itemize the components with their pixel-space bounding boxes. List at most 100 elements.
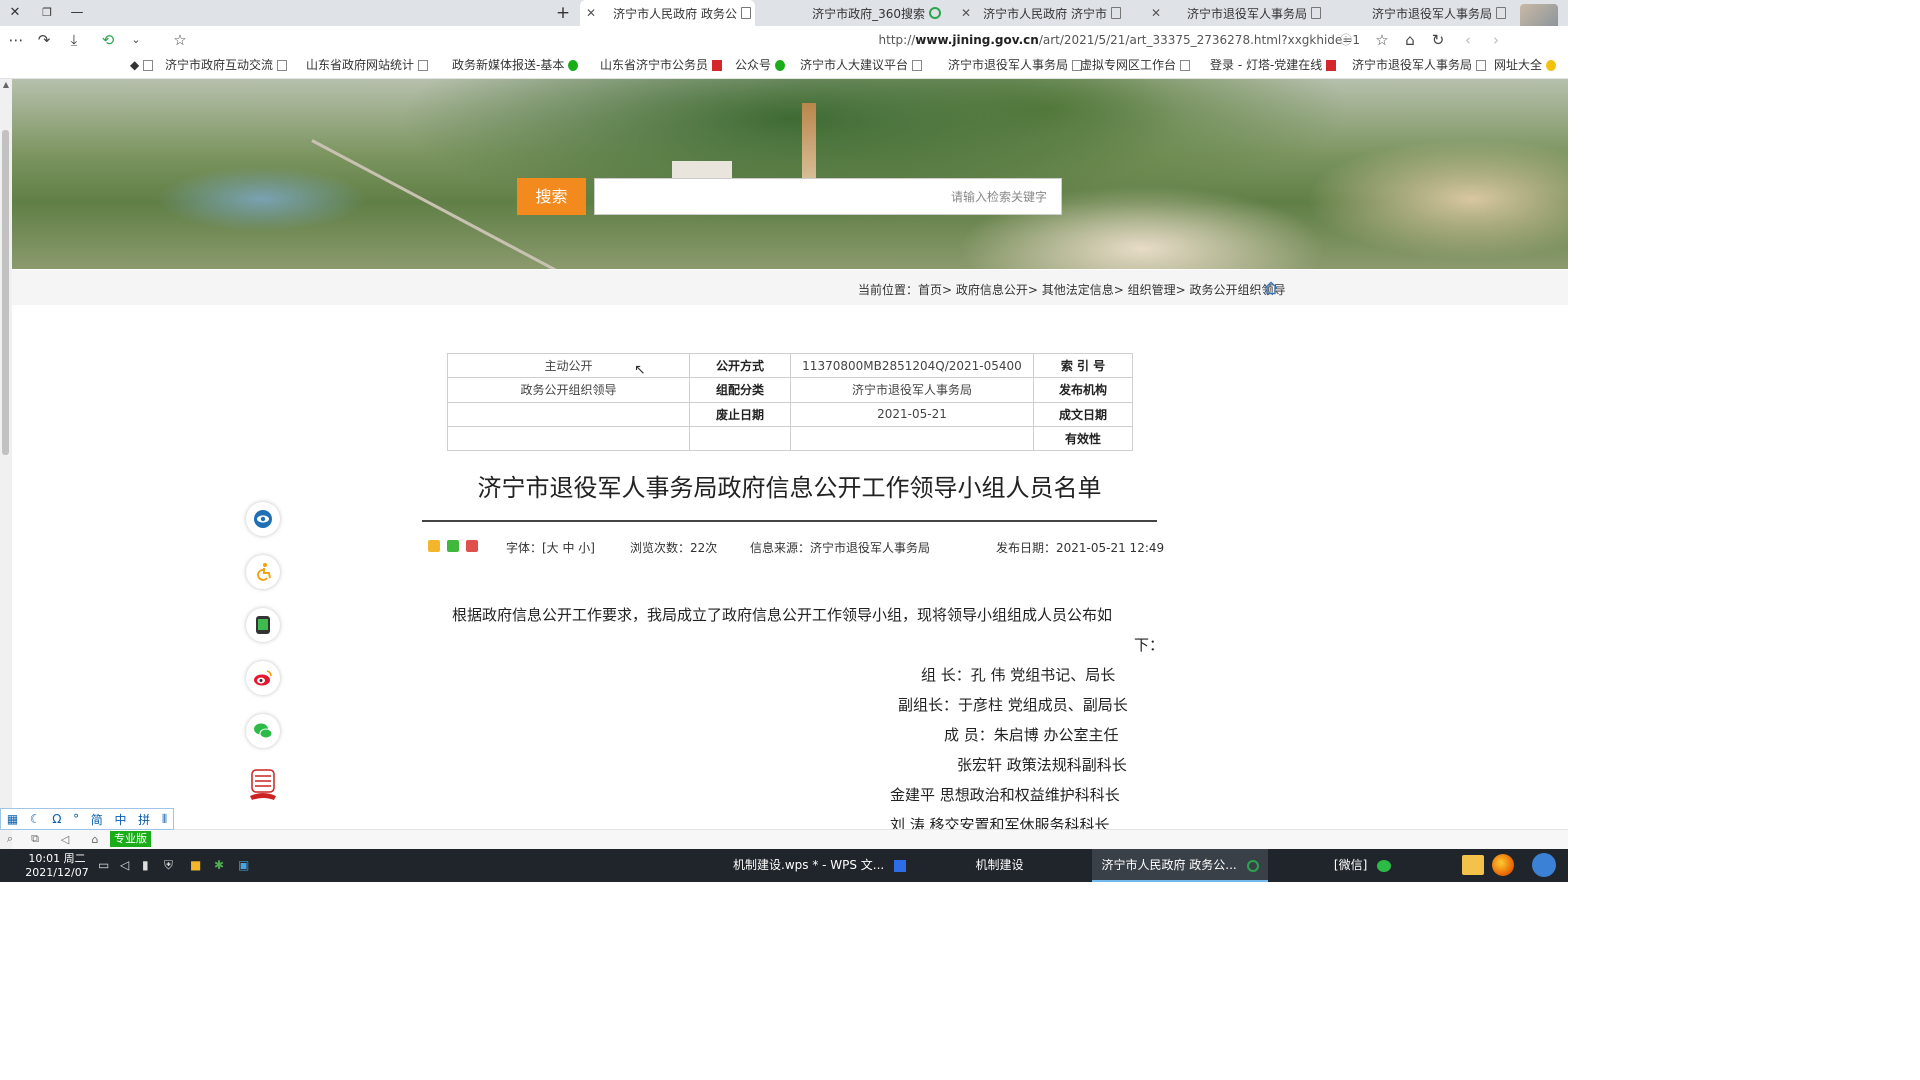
bookmark-item[interactable]: 济宁市政府互动交流 [165,54,288,76]
tray-app-icon[interactable]: ▣ [238,858,249,872]
sound-icon[interactable]: ◁ [50,833,80,846]
new-tab-button[interactable]: + [548,0,578,26]
bookmark-label: 政务新媒体报送-基本 [452,58,565,72]
file-explorer-icon[interactable] [1462,855,1484,875]
meta-key: 公开方式 [689,352,791,379]
search-icon[interactable]: ⌕ [0,832,20,846]
bookmark-item[interactable]: 网址大全 [1494,54,1557,76]
taskbar-item-browser[interactable]: 济宁市人民政府 政务公... [1092,849,1268,882]
chevron-down-icon[interactable]: ⌄ [124,26,148,54]
download-icon[interactable]: ⤓ [62,26,86,54]
search-input[interactable]: 请输入检索关键字 [594,178,1062,215]
paragraph-text: 根据政府信息公开工作要求，我局成立了政府信息公开工作领导小组，现将领导小组组成人… [452,606,1113,624]
ime-chinese-toggle[interactable]: 中 [114,811,126,828]
tab-360-search[interactable]: 济宁市政府_360搜索 [760,0,945,26]
bookmarks-overflow-icon[interactable]: ◆ [130,54,154,76]
ime-pinyin-toggle[interactable]: 拼 [138,811,150,828]
bookmark-item[interactable]: 登录 - 灯塔-党建在线 [1210,54,1337,76]
back-icon[interactable]: › [1484,26,1508,54]
bookmark-item[interactable]: 虚拟专网区工作台 [1080,54,1191,76]
notification-icon[interactable]: ▭ [98,858,109,872]
mobile-phone-icon [256,616,270,634]
taskbar-item-folder[interactable]: 机制建设 [912,849,1087,882]
forward-icon[interactable]: ‹ [1456,26,1480,54]
security-shield-icon[interactable]: ⛨ [164,858,173,873]
browser-status-icons: ⌕ ⧉ ◁ ⌂ 专业版 [0,830,180,848]
page-icon [1311,7,1321,19]
accessibility-mode-button[interactable] [246,555,280,589]
font-size-switcher[interactable]: 字体：[大 中 小] [506,539,595,556]
pro-edition-badge[interactable]: 专业版 [110,831,151,847]
ime-voice-icon[interactable]: ⦀ [162,812,167,827]
address-bar[interactable]: http://www.jining.gov.cn/art/2021/5/21/a… [590,30,1360,50]
home-icon[interactable]: ⌂ [1398,26,1422,54]
info-icon[interactable]: ⓘ [1334,26,1358,54]
bookmark-item[interactable]: 公众号 [735,54,786,76]
app-tray-icon[interactable]: ■ [190,858,201,872]
tab-jining-gov[interactable]: ✕ 济宁市人民政府 济宁市 [955,0,1125,26]
bookmark-item[interactable]: 山东省济宁市公务员 [600,54,723,76]
network-app-icon[interactable]: ✱ [214,858,224,872]
system-clock[interactable]: 10:01 周二 2021/12/07 [22,852,92,880]
view-count: 浏览次数：22次 [630,541,718,555]
ime-simplified-toggle[interactable]: 简 [91,811,103,828]
more-menu-icon[interactable]: ⋯ [4,26,28,54]
firefox-icon[interactable] [1492,854,1514,876]
star-icon[interactable]: ☆ [1370,26,1394,54]
close-icon[interactable]: ✕ [959,6,973,20]
home-icon[interactable] [1264,281,1278,295]
battery-icon[interactable]: ▮ [142,858,149,872]
tab-veterans-bureau-2[interactable]: ✕ 济宁市退役军人事务局 [1145,0,1325,26]
close-icon[interactable]: ✕ [584,6,598,20]
ime-halfwidth-icon[interactable]: ° [73,812,79,826]
home-icon[interactable]: ⌂ [80,833,110,846]
close-window-button[interactable]: ✕ [0,0,30,26]
minimize-window-button[interactable]: — [62,0,92,26]
redo-icon[interactable]: ↷ [32,26,56,54]
start-button[interactable] [1532,853,1556,877]
taskbar-item-label: 济宁市人民政府 政务公... [1101,858,1237,872]
info-source: 信息来源：济宁市退役军人事务局 [750,541,931,555]
share-qzone-icon[interactable] [428,540,440,552]
ime-settings-icon[interactable]: ▦ [7,812,18,826]
url-path: /art/2021/5/21/art_33375_2736278.html?xx… [1038,33,1360,47]
breadcrumb[interactable]: 当前位置：首页> 政府信息公开> 其他法定信息> 组织管理> 政务公开组织领导 [858,281,1285,298]
share-wechat-icon[interactable] [447,540,459,552]
accessibility-eye-button[interactable] [246,502,280,536]
volume-icon[interactable]: ◁ [120,858,129,872]
ime-toolbar[interactable]: ▦ ☾ Ω ° 简 中 拼 ⦀ [0,808,174,830]
bookmark-item[interactable]: 山东省政府网站统计 [306,54,429,76]
bookmark-label: 济宁市退役军人事务局 [948,58,1069,72]
sync-icon[interactable]: ⟲ [96,26,120,54]
bookmark-item[interactable]: 政务新媒体报送-基本 [452,54,579,76]
page-icon [1180,59,1191,71]
restore-window-button[interactable]: ❐ [32,0,62,26]
bookmark-item[interactable]: 济宁市人大建议平台 [800,54,923,76]
scrollbar-thumb[interactable] [2,130,9,455]
member-line: 张宏轩 政策法规科副科长 [957,756,1127,774]
taskbar-item-wechat[interactable]: [微信] [1275,849,1450,882]
government-emblem-logo[interactable] [246,766,280,804]
close-icon[interactable]: ✕ [1149,6,1163,20]
bookmark-item[interactable]: 济宁市退役军人事务局 [1352,54,1487,76]
wechat-icon [254,723,273,739]
wechat-button[interactable] [246,714,280,748]
screenshot-icon[interactable]: ⧉ [20,832,50,846]
ime-emoji-icon[interactable]: ☾ [30,812,41,826]
meta-key: 废止日期 [689,401,791,427]
tab-veterans-bureau-1[interactable]: 济宁市退役军人事务局 [1330,0,1510,26]
taskbar-item-wps[interactable]: 机制建设.wps * - WPS 文... [733,849,907,882]
bookmark-item[interactable]: 济宁市退役军人事务局 [948,54,1083,76]
favorite-star-icon[interactable]: ☆ [168,26,192,54]
search-button[interactable]: 搜索 [517,178,586,215]
share-weibo-icon[interactable] [466,540,478,552]
mobile-version-button[interactable] [246,608,280,642]
bookmark-label: 登录 - 灯塔-党建在线 [1210,58,1323,72]
weibo-button[interactable] [246,661,280,695]
ime-symbol-icon[interactable]: Ω [52,812,61,826]
search-engine-icon [929,7,941,19]
tab-jining-gov-open[interactable]: ✕ 济宁市人民政府 政务公 [580,0,755,26]
tab-title: 济宁市退役军人事务局 [1371,6,1492,21]
refresh-icon[interactable]: ↻ [1426,26,1450,54]
scroll-up-arrow-icon[interactable]: ▲ [1,80,11,90]
